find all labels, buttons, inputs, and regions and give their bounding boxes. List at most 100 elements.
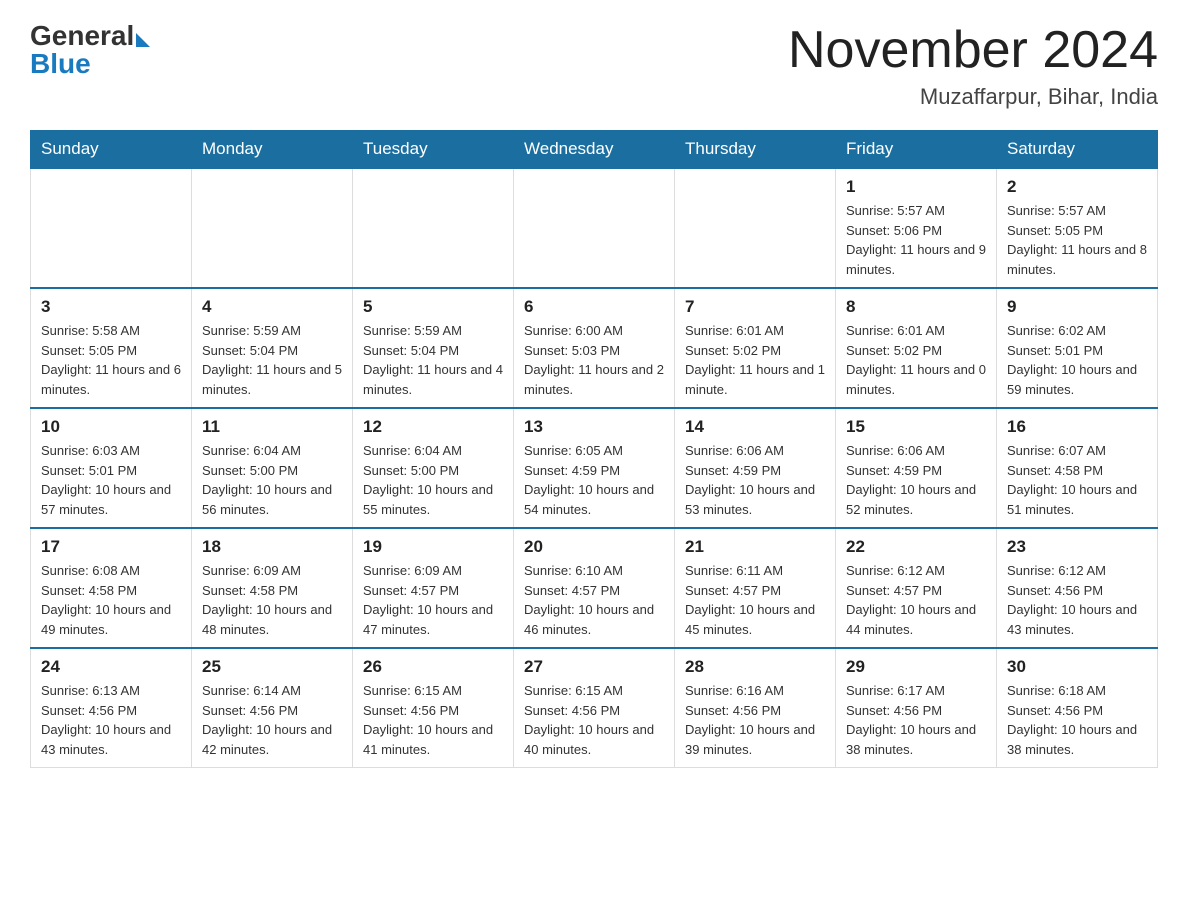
day-info: Sunrise: 6:10 AMSunset: 4:57 PMDaylight:… (524, 561, 664, 639)
day-info: Sunrise: 6:01 AMSunset: 5:02 PMDaylight:… (846, 321, 986, 399)
day-number: 20 (524, 537, 664, 557)
calendar-cell: 7 Sunrise: 6:01 AMSunset: 5:02 PMDaylight… (675, 288, 836, 408)
calendar-week-5: 24 Sunrise: 6:13 AMSunset: 4:56 PMDayligh… (31, 648, 1158, 768)
day-number: 16 (1007, 417, 1147, 437)
weekday-header-sunday: Sunday (31, 131, 192, 169)
calendar-cell: 18Sunrise: 6:09 AMSunset: 4:58 PMDayligh… (192, 528, 353, 648)
calendar-cell: 23Sunrise: 6:12 AMSunset: 4:56 PMDayligh… (997, 528, 1158, 648)
day-number: 3 (41, 297, 181, 317)
day-number: 29 (846, 657, 986, 677)
calendar-cell: 22 Sunrise: 6:12 AMSunset: 4:57 PMDayligh… (836, 528, 997, 648)
calendar-cell: 6 Sunrise: 6:00 AMSunset: 5:03 PMDaylight… (514, 288, 675, 408)
day-info: Sunrise: 6:09 AMSunset: 4:57 PMDaylight:… (363, 561, 503, 639)
day-info: Sunrise: 5:59 AMSunset: 5:04 PMDaylight:… (363, 321, 503, 399)
calendar-table: SundayMondayTuesdayWednesdayThursdayFrid… (30, 130, 1158, 768)
calendar-cell (675, 168, 836, 288)
day-number: 4 (202, 297, 342, 317)
day-info: Sunrise: 6:06 AMSunset: 4:59 PMDaylight:… (685, 441, 825, 519)
calendar-week-1: 1 Sunrise: 5:57 AMSunset: 5:06 PMDaylight… (31, 168, 1158, 288)
day-info: Sunrise: 6:00 AMSunset: 5:03 PMDaylight:… (524, 321, 664, 399)
calendar-week-2: 3 Sunrise: 5:58 AMSunset: 5:05 PMDaylight… (31, 288, 1158, 408)
day-info: Sunrise: 6:08 AMSunset: 4:58 PMDaylight:… (41, 561, 181, 639)
calendar-cell (353, 168, 514, 288)
day-number: 27 (524, 657, 664, 677)
calendar-cell: 14 Sunrise: 6:06 AMSunset: 4:59 PMDayligh… (675, 408, 836, 528)
weekday-header-thursday: Thursday (675, 131, 836, 169)
page-header: General Blue November 2024 Muzaffarpur, … (30, 20, 1158, 110)
day-number: 17 (41, 537, 181, 557)
day-info: Sunrise: 6:16 AMSunset: 4:56 PMDaylight:… (685, 681, 825, 759)
calendar-cell: 12Sunrise: 6:04 AMSunset: 5:00 PMDayligh… (353, 408, 514, 528)
weekday-header-saturday: Saturday (997, 131, 1158, 169)
title-block: November 2024 Muzaffarpur, Bihar, India (788, 20, 1158, 110)
location-title: Muzaffarpur, Bihar, India (788, 84, 1158, 110)
weekday-header-monday: Monday (192, 131, 353, 169)
weekday-header-friday: Friday (836, 131, 997, 169)
calendar-cell (31, 168, 192, 288)
calendar-cell: 19 Sunrise: 6:09 AMSunset: 4:57 PMDayligh… (353, 528, 514, 648)
calendar-cell: 15 Sunrise: 6:06 AMSunset: 4:59 PMDayligh… (836, 408, 997, 528)
calendar-cell: 11Sunrise: 6:04 AMSunset: 5:00 PMDayligh… (192, 408, 353, 528)
calendar-cell: 25 Sunrise: 6:14 AMSunset: 4:56 PMDayligh… (192, 648, 353, 768)
day-number: 25 (202, 657, 342, 677)
day-number: 13 (524, 417, 664, 437)
calendar-cell: 9Sunrise: 6:02 AMSunset: 5:01 PMDaylight… (997, 288, 1158, 408)
day-info: Sunrise: 6:04 AMSunset: 5:00 PMDaylight:… (202, 441, 342, 519)
day-number: 12 (363, 417, 503, 437)
calendar-cell: 3 Sunrise: 5:58 AMSunset: 5:05 PMDaylight… (31, 288, 192, 408)
calendar-cell (192, 168, 353, 288)
day-info: Sunrise: 6:12 AMSunset: 4:57 PMDaylight:… (846, 561, 986, 639)
logo-blue-text: Blue (30, 48, 91, 80)
calendar-cell: 4 Sunrise: 5:59 AMSunset: 5:04 PMDaylight… (192, 288, 353, 408)
day-number: 5 (363, 297, 503, 317)
calendar-cell (514, 168, 675, 288)
calendar-week-4: 17 Sunrise: 6:08 AMSunset: 4:58 PMDayligh… (31, 528, 1158, 648)
day-info: Sunrise: 6:15 AMSunset: 4:56 PMDaylight:… (524, 681, 664, 759)
calendar-cell: 26 Sunrise: 6:15 AMSunset: 4:56 PMDayligh… (353, 648, 514, 768)
day-number: 1 (846, 177, 986, 197)
day-number: 22 (846, 537, 986, 557)
day-info: Sunrise: 6:09 AMSunset: 4:58 PMDaylight:… (202, 561, 342, 639)
weekday-header-row: SundayMondayTuesdayWednesdayThursdayFrid… (31, 131, 1158, 169)
day-info: Sunrise: 6:01 AMSunset: 5:02 PMDaylight:… (685, 321, 825, 399)
day-info: Sunrise: 5:59 AMSunset: 5:04 PMDaylight:… (202, 321, 342, 399)
calendar-week-3: 10Sunrise: 6:03 AMSunset: 5:01 PMDayligh… (31, 408, 1158, 528)
calendar-cell: 5 Sunrise: 5:59 AMSunset: 5:04 PMDaylight… (353, 288, 514, 408)
day-info: Sunrise: 6:14 AMSunset: 4:56 PMDaylight:… (202, 681, 342, 759)
day-info: Sunrise: 5:57 AMSunset: 5:06 PMDaylight:… (846, 201, 986, 279)
day-info: Sunrise: 6:07 AMSunset: 4:58 PMDaylight:… (1007, 441, 1147, 519)
day-number: 24 (41, 657, 181, 677)
calendar-cell: 2 Sunrise: 5:57 AMSunset: 5:05 PMDaylight… (997, 168, 1158, 288)
day-number: 26 (363, 657, 503, 677)
day-info: Sunrise: 6:15 AMSunset: 4:56 PMDaylight:… (363, 681, 503, 759)
calendar-cell: 10Sunrise: 6:03 AMSunset: 5:01 PMDayligh… (31, 408, 192, 528)
day-number: 21 (685, 537, 825, 557)
calendar-cell: 20 Sunrise: 6:10 AMSunset: 4:57 PMDayligh… (514, 528, 675, 648)
calendar-cell: 21Sunrise: 6:11 AMSunset: 4:57 PMDayligh… (675, 528, 836, 648)
day-info: Sunrise: 6:06 AMSunset: 4:59 PMDaylight:… (846, 441, 986, 519)
day-info: Sunrise: 5:58 AMSunset: 5:05 PMDaylight:… (41, 321, 181, 399)
month-title: November 2024 (788, 20, 1158, 80)
calendar-header: SundayMondayTuesdayWednesdayThursdayFrid… (31, 131, 1158, 169)
calendar-cell: 27 Sunrise: 6:15 AMSunset: 4:56 PMDayligh… (514, 648, 675, 768)
day-number: 2 (1007, 177, 1147, 197)
calendar-cell: 16 Sunrise: 6:07 AMSunset: 4:58 PMDayligh… (997, 408, 1158, 528)
day-info: Sunrise: 6:03 AMSunset: 5:01 PMDaylight:… (41, 441, 181, 519)
weekday-header-tuesday: Tuesday (353, 131, 514, 169)
logo: General Blue (30, 20, 150, 80)
day-number: 7 (685, 297, 825, 317)
day-number: 6 (524, 297, 664, 317)
day-info: Sunrise: 5:57 AMSunset: 5:05 PMDaylight:… (1007, 201, 1147, 279)
day-number: 14 (685, 417, 825, 437)
day-info: Sunrise: 6:13 AMSunset: 4:56 PMDaylight:… (41, 681, 181, 759)
day-number: 19 (363, 537, 503, 557)
calendar-cell: 1 Sunrise: 5:57 AMSunset: 5:06 PMDaylight… (836, 168, 997, 288)
day-info: Sunrise: 6:05 AMSunset: 4:59 PMDaylight:… (524, 441, 664, 519)
day-number: 9 (1007, 297, 1147, 317)
calendar-cell: 8 Sunrise: 6:01 AMSunset: 5:02 PMDaylight… (836, 288, 997, 408)
calendar-cell: 17 Sunrise: 6:08 AMSunset: 4:58 PMDayligh… (31, 528, 192, 648)
calendar-body: 1 Sunrise: 5:57 AMSunset: 5:06 PMDaylight… (31, 168, 1158, 768)
calendar-cell: 24 Sunrise: 6:13 AMSunset: 4:56 PMDayligh… (31, 648, 192, 768)
day-number: 8 (846, 297, 986, 317)
day-number: 15 (846, 417, 986, 437)
